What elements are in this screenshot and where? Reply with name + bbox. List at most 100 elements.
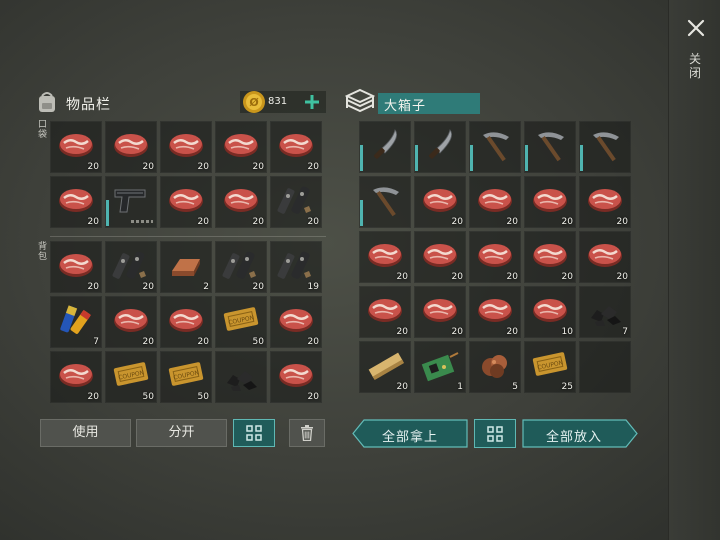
- coal-icon: [591, 306, 621, 326]
- pocket-slot[interactable]: [105, 176, 157, 228]
- chest-slot[interactable]: [524, 121, 576, 173]
- backpack-slot[interactable]: 20: [160, 296, 212, 348]
- chest-slot[interactable]: 20: [414, 286, 466, 338]
- backpack-slot[interactable]: 20: [50, 351, 102, 403]
- backpack-slot[interactable]: 20: [50, 241, 102, 293]
- chest-slot[interactable]: [579, 341, 631, 393]
- steak-icon: [478, 189, 512, 212]
- chest-slot[interactable]: 20: [414, 231, 466, 283]
- item-quantity: 20: [396, 382, 408, 392]
- pocket-slot[interactable]: 20: [160, 121, 212, 173]
- coal-icon: [227, 371, 257, 391]
- item-quantity: 20: [142, 337, 154, 347]
- steak-icon: [368, 299, 402, 322]
- backpack-slot[interactable]: COUPON 50: [215, 296, 267, 348]
- chest-slot[interactable]: [359, 176, 411, 228]
- chest-slot[interactable]: COUPON 25: [524, 341, 576, 393]
- use-button[interactable]: 使用: [40, 419, 131, 447]
- item-quantity: 19: [307, 282, 319, 292]
- item-quantity: 50: [197, 392, 209, 402]
- durability-bar: [580, 145, 583, 171]
- chest-slot[interactable]: 7: [579, 286, 631, 338]
- steak-icon: [533, 189, 567, 212]
- pocket-slot[interactable]: 20: [270, 176, 322, 228]
- item-quantity: 50: [252, 337, 264, 347]
- chest-slot[interactable]: [414, 121, 466, 173]
- chest-slot[interactable]: 20: [579, 231, 631, 283]
- pocket-slot[interactable]: 20: [215, 121, 267, 173]
- item-quantity: 20: [396, 327, 408, 337]
- backpack-slot[interactable]: 19: [270, 241, 322, 293]
- backpack-slot[interactable]: 20: [270, 351, 322, 403]
- item-quantity: 25: [561, 382, 573, 392]
- take-all-button[interactable]: 全部拿上: [352, 419, 468, 448]
- pocket-slot[interactable]: 20: [50, 176, 102, 228]
- item-quantity: 20: [307, 217, 319, 227]
- chest-slot[interactable]: 20: [359, 231, 411, 283]
- discard-button[interactable]: [289, 419, 325, 447]
- steak-icon: [114, 134, 148, 157]
- item-quantity: 20: [307, 162, 319, 172]
- section-divider: [50, 236, 326, 237]
- copper-ingot-icon: [172, 259, 200, 276]
- backpack-slot[interactable]: 2: [160, 241, 212, 293]
- chest-slot[interactable]: 20: [414, 176, 466, 228]
- gun-parts-icon: [222, 251, 256, 279]
- add-coins-icon[interactable]: [302, 92, 322, 112]
- chest-slot[interactable]: [469, 121, 521, 173]
- item-quantity: 20: [506, 217, 518, 227]
- backpack-slot[interactable]: COUPON 50: [160, 351, 212, 403]
- chest-title: 大箱子: [378, 93, 480, 114]
- steak-icon: [478, 299, 512, 322]
- sort-chest-button[interactable]: [474, 419, 516, 448]
- pocket-slot[interactable]: 20: [160, 176, 212, 228]
- plank-icon: [368, 352, 405, 381]
- chest-slot[interactable]: 10: [524, 286, 576, 338]
- chest-slot[interactable]: [359, 121, 411, 173]
- svg-text:Ø: Ø: [249, 96, 259, 109]
- chest-slot[interactable]: 20: [469, 176, 521, 228]
- backpack-slot[interactable]: 20: [105, 296, 157, 348]
- item-quantity: 20: [616, 272, 628, 282]
- chest-slot[interactable]: 20: [359, 341, 411, 393]
- steak-icon: [279, 309, 313, 332]
- coupon-icon: COUPON: [168, 362, 204, 386]
- backpack-slot[interactable]: 20: [270, 296, 322, 348]
- close-label[interactable]: 关闭: [688, 52, 702, 80]
- pocket-slot[interactable]: 20: [50, 121, 102, 173]
- steak-icon: [114, 309, 148, 332]
- chest-slot[interactable]: 20: [359, 286, 411, 338]
- pocket-slot[interactable]: 20: [105, 121, 157, 173]
- chest-slot[interactable]: 20: [579, 176, 631, 228]
- chest-slot[interactable]: 20: [469, 286, 521, 338]
- pocket-slot[interactable]: 20: [270, 121, 322, 173]
- chest-slot[interactable]: 20: [469, 231, 521, 283]
- steak-icon: [59, 134, 93, 157]
- item-quantity: 20: [307, 337, 319, 347]
- grid-icon: [487, 426, 503, 442]
- backpack-slot[interactable]: [215, 351, 267, 403]
- coin-amount: 831: [268, 96, 288, 107]
- pocket-slot[interactable]: 20: [215, 176, 267, 228]
- durability-bar: [360, 145, 363, 171]
- steak-icon: [423, 189, 457, 212]
- item-quantity: 20: [506, 327, 518, 337]
- chest-slot[interactable]: 1: [414, 341, 466, 393]
- batteries-icon: [60, 305, 91, 334]
- close-icon[interactable]: [686, 18, 706, 38]
- sort-inventory-button[interactable]: [233, 419, 275, 447]
- chest-slot[interactable]: 20: [524, 176, 576, 228]
- chest-slot[interactable]: 5: [469, 341, 521, 393]
- item-quantity: 5: [512, 382, 518, 392]
- ammo-indicator: [131, 220, 153, 223]
- backpack-slot[interactable]: 20: [105, 241, 157, 293]
- chest-slot[interactable]: [579, 121, 631, 173]
- chest-slot[interactable]: 20: [524, 231, 576, 283]
- backpack-slot[interactable]: 7: [50, 296, 102, 348]
- split-button[interactable]: 分开: [136, 419, 227, 447]
- steak-icon: [588, 244, 622, 267]
- steak-icon: [59, 364, 93, 387]
- put-all-button[interactable]: 全部放入: [522, 419, 639, 448]
- backpack-slot[interactable]: 20: [215, 241, 267, 293]
- backpack-slot[interactable]: COUPON 50: [105, 351, 157, 403]
